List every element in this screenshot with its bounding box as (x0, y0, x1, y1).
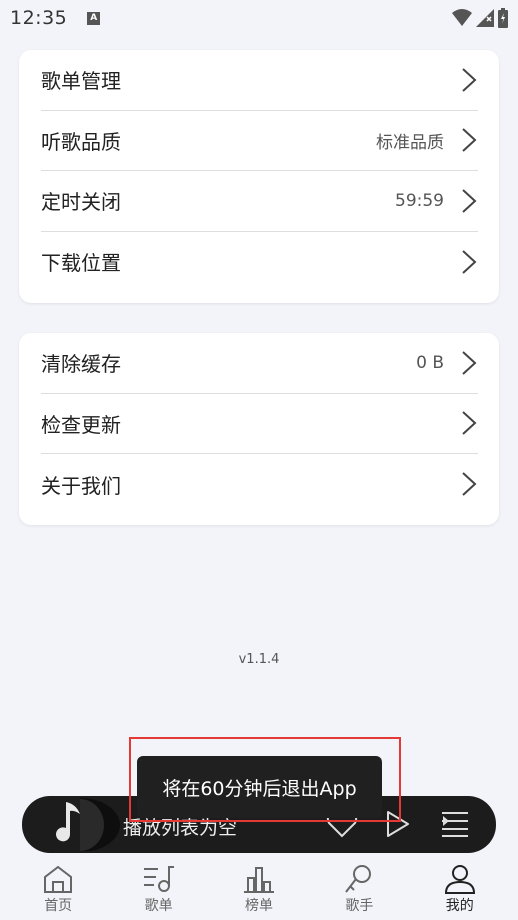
nav-label: 榜单 (244, 898, 273, 914)
settings-card-general: 清除缓存 0 B 检查更新 关于我们 (19, 333, 499, 525)
nav-label: 我的 (445, 898, 474, 914)
row-label: 歌单管理 (41, 69, 121, 94)
chart-icon (243, 867, 274, 893)
audio-quality-item[interactable]: 听歌品质 标准品质 (41, 111, 478, 171)
nav-home[interactable]: 首页 (13, 858, 103, 920)
download-location-item[interactable]: 下载位置 (41, 232, 478, 293)
row-label: 检查更新 (41, 412, 121, 437)
bottom-nav: 首页 歌单 榜单 歌手 我的 (0, 858, 518, 920)
battery-icon (498, 8, 508, 28)
chevron-right-icon (462, 351, 477, 375)
row-value: 0 B (416, 352, 444, 373)
nav-charts[interactable]: 榜单 (214, 858, 304, 920)
nav-label: 首页 (44, 898, 73, 914)
chevron-right-icon (462, 472, 477, 496)
playlist-icon (143, 866, 174, 892)
row-label: 下载位置 (41, 251, 121, 276)
check-update-item[interactable]: 检查更新 (41, 394, 478, 454)
about-us-item[interactable]: 关于我们 (41, 454, 478, 515)
status-bar: 12:35 A (0, 0, 518, 36)
settings-card-playback: 歌单管理 听歌品质 标准品质 定时关闭 59:59 下载位置 (19, 50, 499, 303)
playlist-queue-icon[interactable] (440, 810, 470, 838)
nav-profile[interactable]: 我的 (415, 858, 505, 920)
play-icon[interactable] (384, 809, 412, 839)
microphone-icon (345, 865, 372, 893)
user-icon (444, 865, 475, 894)
row-label: 清除缓存 (41, 352, 121, 377)
row-value: 59:59 (395, 190, 444, 211)
accessibility-icon: A (87, 11, 101, 25)
clear-cache-item[interactable]: 清除缓存 0 B (41, 333, 478, 394)
app-version: v1.1.4 (238, 652, 280, 667)
toast-message: 将在60分钟后退出App (137, 756, 382, 818)
nav-artists[interactable]: 歌手 (314, 858, 404, 920)
chevron-right-icon (462, 128, 477, 152)
sleep-timer-item[interactable]: 定时关闭 59:59 (41, 171, 478, 232)
playlist-management-item[interactable]: 歌单管理 (41, 50, 478, 111)
home-icon (44, 865, 73, 893)
status-time: 12:35 (10, 7, 68, 29)
row-label: 定时关闭 (41, 190, 121, 215)
row-label: 关于我们 (41, 473, 121, 498)
signal-icon (476, 9, 494, 27)
chevron-right-icon (462, 189, 477, 213)
chevron-right-icon (462, 250, 477, 274)
status-icons (452, 8, 508, 28)
chevron-right-icon (462, 411, 477, 435)
nav-playlist[interactable]: 歌单 (114, 858, 204, 920)
row-label: 听歌品质 (41, 129, 121, 154)
nav-label: 歌单 (144, 898, 173, 914)
row-value: 标准品质 (376, 132, 444, 153)
nav-label: 歌手 (345, 898, 374, 914)
album-disc-icon (40, 798, 120, 851)
wifi-icon (452, 9, 472, 26)
chevron-right-icon (462, 68, 477, 92)
